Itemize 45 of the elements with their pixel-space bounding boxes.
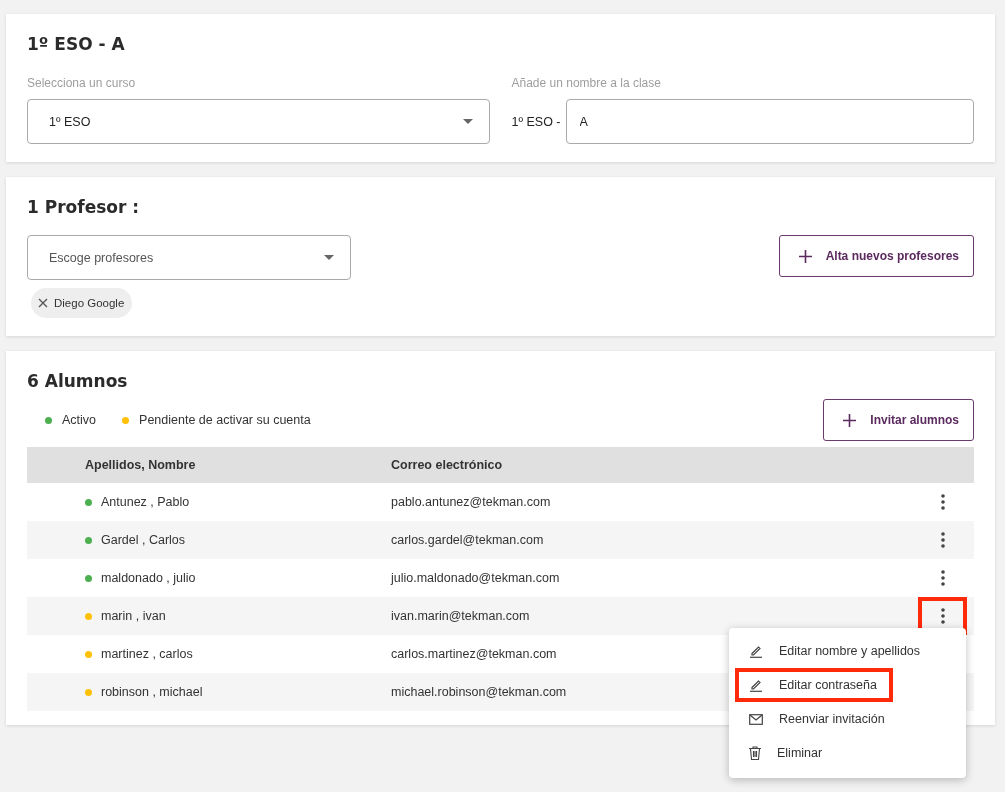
student-name: martinez , carlos bbox=[101, 647, 193, 661]
legend-label: Pendiente de activar su cuenta bbox=[139, 413, 311, 427]
plus-icon bbox=[798, 249, 812, 263]
more-vertical-icon bbox=[940, 532, 945, 548]
legend-label: Activo bbox=[62, 413, 97, 427]
student-name: marin , ivan bbox=[101, 609, 166, 623]
course-label: Selecciona un curso bbox=[27, 76, 137, 90]
class-name-label: Añade un nombre a la clase bbox=[511, 76, 662, 90]
student-email: julio.maldonado@tekman.com bbox=[391, 571, 560, 585]
close-icon[interactable] bbox=[38, 298, 48, 308]
student-email: carlos.martinez@tekman.com bbox=[391, 647, 557, 661]
dropdown-caret-icon bbox=[462, 119, 473, 124]
menu-item[interactable]: Eliminar bbox=[735, 736, 839, 770]
students-title: 6 Alumnos bbox=[27, 371, 129, 391]
teacher-chip[interactable]: Diego Google bbox=[31, 288, 133, 318]
student-email: carlos.gardel@tekman.com bbox=[391, 533, 544, 547]
student-name: maldonado , julio bbox=[101, 571, 196, 585]
pencil-icon bbox=[749, 678, 763, 692]
teachers-title: 1 Profesor : bbox=[27, 197, 141, 217]
invite-students-button[interactable]: Invitar alumnos bbox=[823, 399, 974, 441]
column-header: Apellidos, Nombre bbox=[84, 458, 197, 472]
class-title: 1º ESO - A bbox=[27, 34, 126, 54]
class-name-field[interactable]: A bbox=[565, 99, 974, 144]
student-name: robinson , michael bbox=[101, 685, 203, 699]
column-header: Correo electrónico bbox=[391, 458, 504, 472]
menu-item[interactable]: Editar nombre y apellidos bbox=[735, 634, 937, 668]
student-email: ivan.marin@tekman.com bbox=[391, 609, 530, 623]
more-vertical-icon bbox=[940, 494, 945, 510]
menu-item[interactable]: Reenviar invitación bbox=[735, 702, 901, 736]
trash-icon bbox=[749, 746, 761, 760]
envelope-icon bbox=[749, 713, 763, 725]
add-teachers-button[interactable]: Alta nuevos profesores bbox=[778, 235, 974, 277]
menu-item[interactable]: Editar contraseña bbox=[735, 668, 893, 702]
student-email: michael.robinson@tekman.com bbox=[391, 685, 567, 699]
class-name-prefix: 1º ESO - bbox=[511, 114, 561, 129]
teachers-select[interactable]: Escoge profesores bbox=[27, 235, 351, 280]
more-vertical-icon bbox=[940, 570, 945, 586]
student-name: Antunez , Pablo bbox=[101, 495, 190, 509]
pencil-icon bbox=[749, 644, 763, 658]
more-vertical-icon bbox=[940, 608, 945, 624]
dropdown-caret-icon bbox=[324, 255, 334, 260]
course-select[interactable]: 1º ESO bbox=[27, 99, 490, 144]
plus-icon bbox=[843, 413, 857, 427]
student-name: Gardel , Carlos bbox=[101, 533, 186, 547]
student-email: pablo.antunez@tekman.com bbox=[391, 495, 551, 509]
